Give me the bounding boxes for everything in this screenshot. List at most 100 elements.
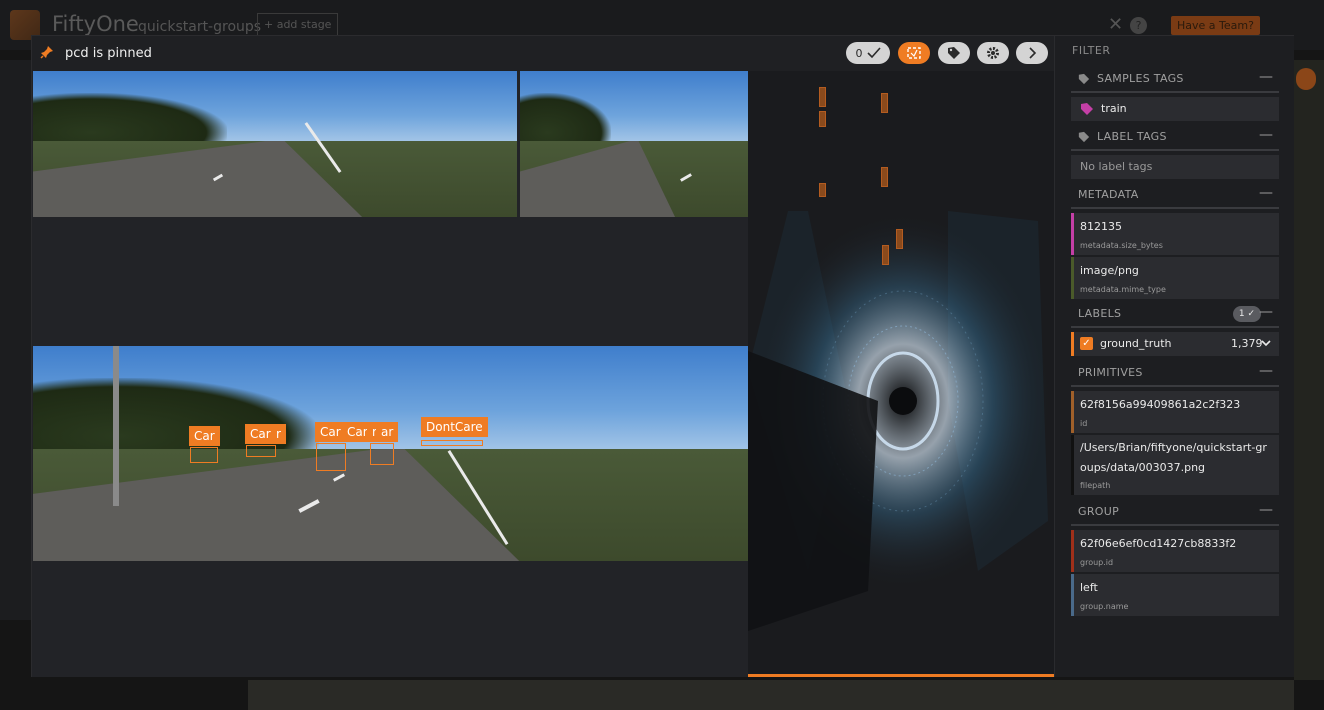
collapse-icon[interactable]: — xyxy=(1259,363,1273,379)
field-path: group.name xyxy=(1080,602,1129,611)
cuboid[interactable] xyxy=(881,93,888,113)
field-row: /Users/Brian/fiftyone/quickstart-groups/… xyxy=(1071,435,1279,495)
modal-sidebar: FILTER SAMPLES TAGS — train LABEL TAGS —… xyxy=(1054,36,1294,677)
section-samples-tags[interactable]: SAMPLES TAGS — xyxy=(1071,67,1279,93)
field-value: left xyxy=(1080,581,1098,594)
detection-label[interactable]: r xyxy=(271,424,286,444)
field-row: 62f8156a99409861a2c2f323 id xyxy=(1071,391,1279,433)
field-color-bar xyxy=(1071,257,1074,299)
section-metadata[interactable]: METADATA — xyxy=(1071,183,1279,209)
detection-box[interactable] xyxy=(190,447,218,463)
add-stage-button[interactable]: + add stage xyxy=(257,13,339,37)
modal-header: pcd is pinned 0 xyxy=(32,36,1054,71)
section-title: GROUP xyxy=(1078,505,1120,518)
group-view: Car Car r Car Car r ar DontCare xyxy=(32,71,748,677)
field-value: 812135 xyxy=(1080,220,1122,233)
pinned-title: pcd is pinned xyxy=(65,46,152,61)
tag-icon xyxy=(1078,73,1090,85)
detection-label[interactable]: DontCare xyxy=(421,417,488,437)
field-path: id xyxy=(1080,419,1088,428)
brand-name: FiftyOne xyxy=(52,12,139,36)
cuboid[interactable] xyxy=(881,167,888,187)
cuboid[interactable] xyxy=(819,87,826,107)
field-row: 62f06e6ef0cd1427cb8833f2 group.id xyxy=(1071,530,1279,572)
section-primitives[interactable]: PRIMITIVES — xyxy=(1071,361,1279,387)
section-group[interactable]: GROUP — xyxy=(1071,500,1279,526)
badge-count: 1 xyxy=(1238,309,1245,319)
chevron-down-icon[interactable] xyxy=(1261,339,1271,347)
background-toggle xyxy=(1296,68,1316,90)
section-title: SAMPLES TAGS xyxy=(1097,72,1184,85)
help-icon[interactable]: ? xyxy=(1130,17,1147,34)
field-value: 62f06e6ef0cd1427cb8833f2 xyxy=(1080,537,1237,550)
detection-box[interactable] xyxy=(316,443,346,471)
sample-tag-row[interactable]: train xyxy=(1071,97,1279,121)
labels-selected-badge[interactable]: 1 ✓ xyxy=(1232,306,1261,322)
detection-box[interactable] xyxy=(246,445,276,457)
team-button[interactable]: Have a Team? xyxy=(1171,16,1260,35)
group-slice-left[interactable] xyxy=(33,71,517,217)
section-title: PRIMITIVES xyxy=(1078,366,1143,379)
cuboid[interactable] xyxy=(896,229,903,249)
check-icon xyxy=(866,47,881,59)
field-row: 812135 metadata.size_bytes xyxy=(1071,213,1279,255)
point-cloud-viewer[interactable] xyxy=(748,71,1055,677)
field-color-bar xyxy=(1071,574,1074,616)
section-title: METADATA xyxy=(1078,188,1139,201)
tag-icon xyxy=(948,47,960,59)
street-scene-image xyxy=(520,71,748,217)
cuboid[interactable] xyxy=(819,183,826,197)
tag-button[interactable] xyxy=(938,42,970,64)
main-image-viewer[interactable]: Car Car r Car Car r ar DontCare xyxy=(33,346,748,561)
field-path: filepath xyxy=(1080,481,1111,490)
field-path: metadata.size_bytes xyxy=(1080,241,1163,250)
detection-label[interactable]: ar xyxy=(376,422,399,442)
section-label-tags[interactable]: LABEL TAGS — xyxy=(1071,125,1279,151)
lidar-points xyxy=(748,211,1053,631)
empty-state-row: No label tags xyxy=(1071,155,1279,179)
detection-box[interactable] xyxy=(421,440,483,446)
label-field-name: ground_truth xyxy=(1100,337,1172,350)
field-color-bar xyxy=(1071,213,1074,255)
filter-heading: FILTER xyxy=(1072,44,1111,57)
cuboid[interactable] xyxy=(819,111,826,127)
section-title: LABEL TAGS xyxy=(1097,130,1167,143)
crop-button[interactable] xyxy=(898,42,930,64)
field-color-bar xyxy=(1071,332,1074,356)
background-thumbnails xyxy=(248,680,1294,710)
label-checkbox[interactable]: ✓ xyxy=(1080,337,1093,350)
collapse-icon[interactable]: — xyxy=(1259,127,1273,143)
detection-box[interactable] xyxy=(370,443,394,465)
tag-icon xyxy=(1081,103,1093,115)
section-labels[interactable]: LABELS 1 ✓ — xyxy=(1071,302,1279,328)
crop-icon xyxy=(907,47,921,59)
collapse-icon[interactable]: — xyxy=(1259,185,1273,201)
label-field-row[interactable]: ✓ ground_truth 1,379 xyxy=(1071,332,1279,356)
dataset-name: quickstart-groups xyxy=(138,19,262,35)
field-color-bar xyxy=(1071,530,1074,572)
field-value: 62f8156a99409861a2c2f323 xyxy=(1080,398,1241,411)
pole xyxy=(113,346,119,506)
field-color-bar xyxy=(1071,435,1074,495)
street-scene-image xyxy=(33,71,517,217)
close-icon[interactable]: ✕ xyxy=(1108,14,1123,35)
selected-count-button[interactable]: 0 xyxy=(846,42,890,64)
collapse-icon[interactable]: — xyxy=(1259,304,1273,320)
pin-icon[interactable] xyxy=(40,45,54,59)
group-slice-right[interactable] xyxy=(520,71,748,217)
settings-button[interactable] xyxy=(977,42,1009,64)
selected-count: 0 xyxy=(855,46,863,60)
field-path: metadata.mime_type xyxy=(1080,285,1166,294)
field-color-bar xyxy=(1071,391,1074,433)
background-sidebar xyxy=(0,60,32,620)
section-title: LABELS xyxy=(1078,307,1122,320)
collapse-icon[interactable]: — xyxy=(1259,69,1273,85)
field-row: image/png metadata.mime_type xyxy=(1071,257,1279,299)
tag-icon xyxy=(1078,131,1090,143)
next-button[interactable] xyxy=(1016,42,1048,64)
label-count: 1,379 xyxy=(1231,337,1263,350)
collapse-icon[interactable]: — xyxy=(1259,502,1273,518)
cuboid[interactable] xyxy=(882,245,889,265)
empty-message: No label tags xyxy=(1080,160,1153,173)
detection-label[interactable]: Car xyxy=(189,426,220,446)
